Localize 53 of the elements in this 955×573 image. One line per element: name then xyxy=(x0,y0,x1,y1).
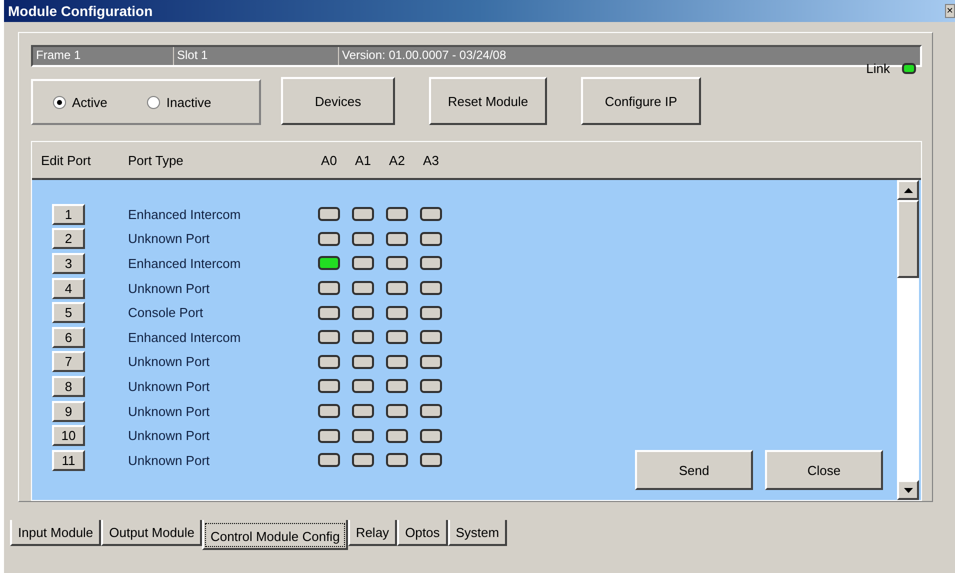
edit-port-button[interactable]: 2 xyxy=(52,228,85,250)
radio-icon[interactable] xyxy=(53,96,66,108)
port-type: Unknown Port xyxy=(127,354,211,370)
port-type: Unknown Port xyxy=(127,428,211,444)
port-type: Enhanced Intercom xyxy=(127,256,242,271)
action-button[interactable]: Configure IP xyxy=(581,77,701,125)
port-type: Console Port xyxy=(127,305,204,320)
action-button[interactable]: Devices xyxy=(281,77,395,125)
scroll-up-icon[interactable] xyxy=(897,180,919,200)
info-field: Frame 1 xyxy=(33,47,174,65)
dialog-button[interactable]: Close xyxy=(765,450,883,490)
scroll-down-icon[interactable] xyxy=(897,480,919,500)
scrollbar[interactable] xyxy=(897,180,919,500)
tab[interactable]: Input Module xyxy=(10,520,102,546)
column-header: Edit Port xyxy=(40,152,92,168)
info-field: Slot 1 xyxy=(174,47,339,65)
port-type: Unknown Port xyxy=(127,452,211,468)
port-type: Enhanced Intercom xyxy=(127,330,242,345)
port-type: Unknown Port xyxy=(127,378,211,394)
column-header: A2 xyxy=(388,152,406,168)
radio-label: Inactive xyxy=(166,94,212,110)
tab[interactable]: Relay xyxy=(348,520,398,546)
port-type: Enhanced Intercom xyxy=(127,206,242,222)
dialog-button[interactable]: Send xyxy=(635,450,753,490)
edit-port-button[interactable]: 4 xyxy=(52,278,85,299)
edit-port-button[interactable]: 1 xyxy=(52,204,85,225)
column-header: A0 xyxy=(320,152,338,168)
port-type: Unknown Port xyxy=(127,404,211,419)
column-header: Port Type xyxy=(127,152,184,168)
action-button[interactable]: Reset Module xyxy=(429,77,547,125)
edit-port-button[interactable]: 5 xyxy=(52,302,85,324)
tab[interactable]: Output Module xyxy=(101,520,202,546)
window-title: Module Configuration xyxy=(8,3,153,19)
mode-radio[interactable]: Inactive xyxy=(147,94,212,110)
tab[interactable]: System xyxy=(448,520,508,546)
port-type: Unknown Port xyxy=(127,280,211,296)
port-type: Unknown Port xyxy=(127,231,211,246)
edit-port-button[interactable]: 10 xyxy=(52,425,85,446)
radio-label: Active xyxy=(72,94,108,110)
edit-port-button[interactable]: 3 xyxy=(52,252,85,274)
tab[interactable]: Optos xyxy=(397,520,448,546)
edit-port-button[interactable]: 8 xyxy=(52,376,85,397)
close-button[interactable]: × xyxy=(944,4,955,18)
column-header: A3 xyxy=(422,152,440,168)
mode-radio[interactable]: Active xyxy=(53,94,108,110)
tab[interactable]: Control Module Config xyxy=(202,520,348,550)
column-header: A1 xyxy=(354,152,372,168)
edit-port-button[interactable]: 9 xyxy=(52,400,85,422)
edit-port-button[interactable]: 6 xyxy=(52,326,85,348)
edit-port-button[interactable]: 11 xyxy=(52,450,85,471)
edit-port-button[interactable]: 7 xyxy=(52,351,85,372)
radio-icon[interactable] xyxy=(147,96,160,108)
scroll-thumb[interactable] xyxy=(897,200,919,278)
